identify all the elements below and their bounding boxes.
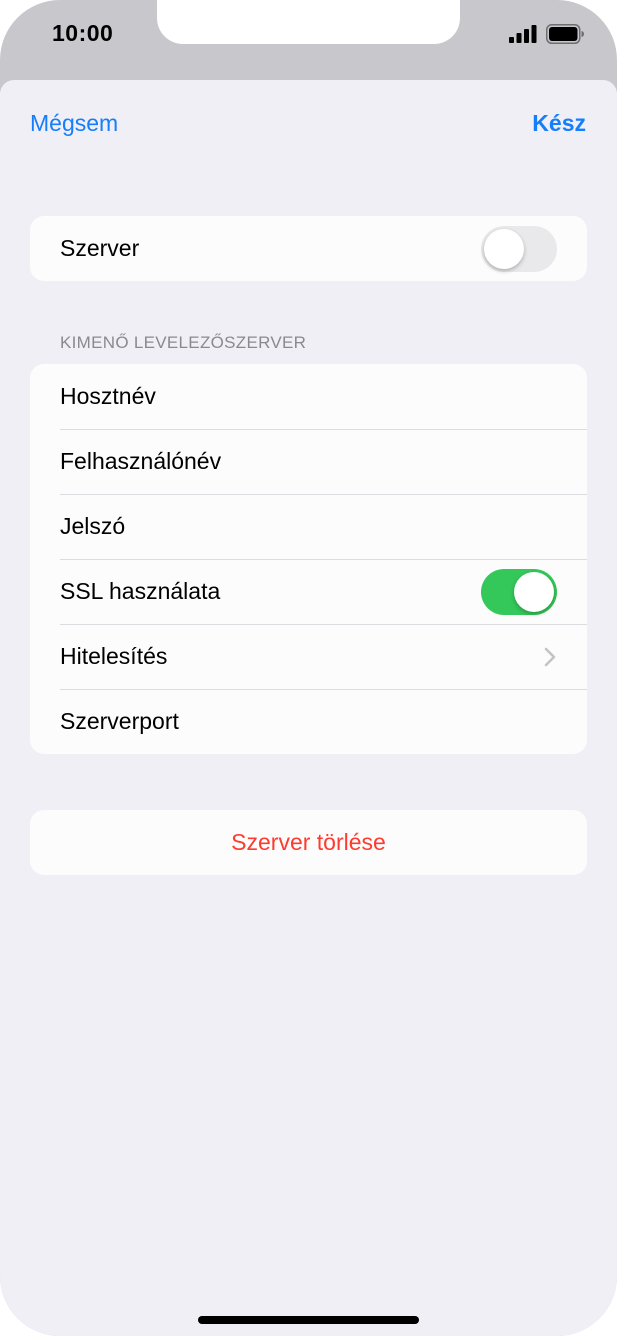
server-port-label: Szerverport <box>60 708 179 734</box>
ssl-toggle[interactable] <box>481 568 557 615</box>
section-header-outgoing: KIMENŐ LEVELEZŐSZERVER <box>60 333 307 352</box>
ssl-label: SSL használata <box>60 578 221 604</box>
password-row[interactable]: Jelszó <box>30 494 587 559</box>
device-frame: 10:00 Mégsem Kész Szerver KIMENŐ LEVELEZ… <box>0 0 617 1336</box>
done-button[interactable]: Kész <box>532 110 586 137</box>
authentication-label: Hitelesítés <box>60 643 168 669</box>
server-port-row[interactable]: Szerverport <box>30 689 587 754</box>
server-row: Szerver <box>30 216 587 281</box>
toggle-knob <box>484 228 524 269</box>
home-indicator[interactable] <box>198 1316 419 1324</box>
username-row[interactable]: Felhasználónév <box>30 429 587 494</box>
status-time: 10:00 <box>52 20 114 46</box>
delete-server-button[interactable]: Szerver törlése <box>30 810 587 875</box>
server-toggle[interactable] <box>481 225 557 272</box>
chevron-right-icon <box>544 647 556 666</box>
password-label: Jelszó <box>60 513 126 539</box>
server-toggle-group: Szerver <box>30 216 587 281</box>
toggle-knob <box>514 571 554 612</box>
device-notch <box>157 0 460 44</box>
ssl-row: SSL használata <box>30 559 587 624</box>
hostname-label: Hosztnév <box>60 383 156 409</box>
cellular-signal-icon <box>509 25 537 43</box>
username-label: Felhasználónév <box>60 448 222 474</box>
delete-server-label: Szerver törlése <box>231 829 386 855</box>
authentication-row[interactable]: Hitelesítés <box>30 624 587 689</box>
delete-group: Szerver törlése <box>30 810 587 875</box>
outgoing-server-group: Hosztnév Felhasználónév Jelszó SSL haszn… <box>30 364 587 754</box>
cancel-button[interactable]: Mégsem <box>30 110 118 137</box>
battery-icon <box>546 24 584 44</box>
hostname-row[interactable]: Hosztnév <box>30 364 587 429</box>
server-label: Szerver <box>60 235 140 261</box>
